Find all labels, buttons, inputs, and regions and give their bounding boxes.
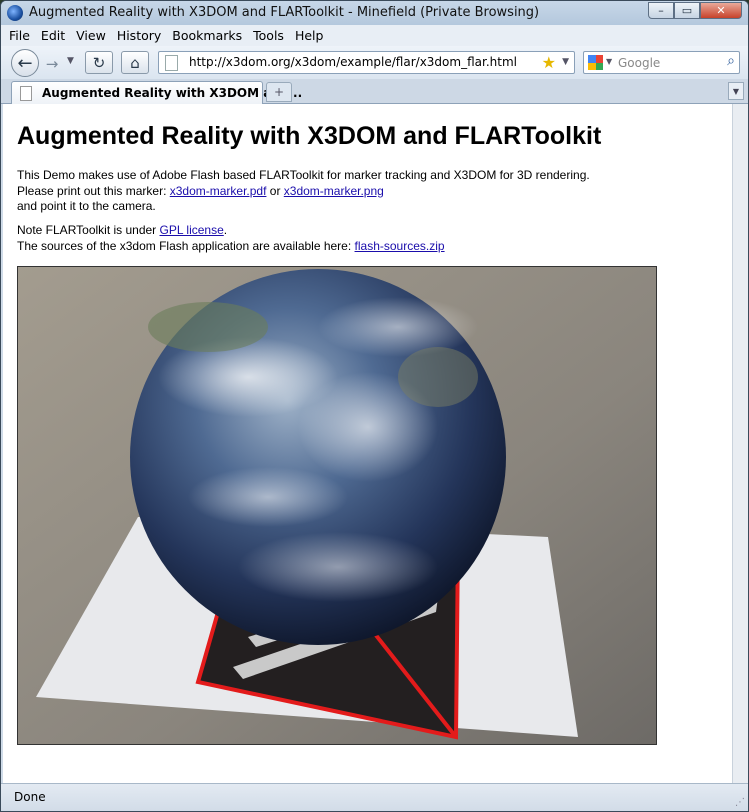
forward-button[interactable]: → [41,54,63,74]
sources-line: The sources of the x3dom Flash applicati… [17,239,445,255]
new-tab-button[interactable]: + [266,82,292,102]
menu-bar: File Edit View History Bookmarks Tools H… [1,25,748,46]
navigation-toolbar: ← → ▼ ↻ ⌂ http://x3dom.org/x3dom/example… [1,46,748,79]
intro-line-3: and point it to the camera. [17,199,156,213]
land-mass [398,347,478,407]
window-controls: – ▭ ✕ [648,2,742,20]
note-paragraph: Note FLARToolkit is under GPL license. T… [17,223,445,254]
license-suffix: . [223,223,228,237]
google-icon[interactable] [588,55,603,70]
marker-pdf-link[interactable]: x3dom-marker.pdf [170,184,267,198]
maximize-button[interactable]: ▭ [674,2,700,19]
search-input[interactable] [618,54,718,71]
license-prefix: Note FLARToolkit is under [17,223,160,237]
tab-bar: Augmented Reality with X3DOM and... + ▼ [1,79,748,104]
resize-grip-icon[interactable]: ⋰ [735,797,745,808]
menu-tools[interactable]: Tools [253,28,284,43]
menu-help[interactable]: Help [295,28,324,43]
tab-active[interactable]: Augmented Reality with X3DOM and... [11,81,302,104]
minimize-button[interactable]: – [648,2,674,19]
tab-label: Augmented Reality with X3DOM and... [42,86,303,100]
url-dropdown-icon[interactable]: ▼ [562,57,569,67]
search-icon[interactable]: ⌕ [727,53,735,69]
url-text[interactable]: http://x3dom.org/x3dom/example/flar/x3do… [189,55,517,69]
cloud-layer [188,467,348,527]
status-text: Done [14,790,46,804]
tab-page-icon [20,86,32,101]
ar-flash-viewport[interactable] [17,266,657,745]
bookmark-star-icon[interactable]: ★ [542,53,556,72]
intro-line-2: Please print out this marker: x3dom-mark… [17,184,590,200]
gpl-license-link[interactable]: GPL license [160,223,224,237]
marker-prompt: Please print out this marker: [17,183,170,198]
sources-prefix: The sources of the x3dom Flash applicati… [17,238,355,253]
reload-button[interactable]: ↻ [85,51,113,74]
menu-view[interactable]: View [76,28,106,43]
menu-edit[interactable]: Edit [41,28,65,43]
flash-sources-link[interactable]: flash-sources.zip [355,239,445,253]
menu-history[interactable]: History [117,28,161,43]
menu-file[interactable]: File [9,28,30,43]
cloud-layer [318,297,478,357]
vertical-scrollbar[interactable] [732,104,748,783]
intro-line-1: This Demo makes use of Adobe Flash based… [17,168,590,182]
browser-window: Augmented Reality with X3DOM and FLARToo… [0,0,749,812]
window-title: Augmented Reality with X3DOM and FLARToo… [29,5,540,20]
marker-png-link[interactable]: x3dom-marker.png [284,184,384,198]
or-text: or [266,183,284,198]
land-mass [148,302,268,352]
status-bar: Done ⋰ [1,783,748,811]
page-icon [165,55,178,71]
close-button[interactable]: ✕ [700,2,742,19]
history-dropdown-icon[interactable]: ▼ [67,56,74,66]
search-engine-dropdown-icon[interactable]: ▼ [606,57,612,66]
search-bar[interactable]: ▼ ⌕ [583,51,740,74]
intro-paragraph: This Demo makes use of Adobe Flash based… [17,168,590,215]
back-button[interactable]: ← [11,49,39,77]
url-bar[interactable]: http://x3dom.org/x3dom/example/flar/x3do… [158,51,575,74]
cloud-layer [238,532,438,602]
page-title: Augmented Reality with X3DOM and FLARToo… [17,122,602,150]
tab-list-button[interactable]: ▼ [728,82,744,100]
ar-scene [18,267,656,744]
firefox-icon [7,5,23,21]
menu-bookmarks[interactable]: Bookmarks [172,28,242,43]
license-line: Note FLARToolkit is under GPL license. [17,223,445,239]
title-bar[interactable]: Augmented Reality with X3DOM and FLARToo… [1,1,748,25]
home-button[interactable]: ⌂ [121,51,149,74]
page-content: Augmented Reality with X3DOM and FLARToo… [3,104,732,783]
